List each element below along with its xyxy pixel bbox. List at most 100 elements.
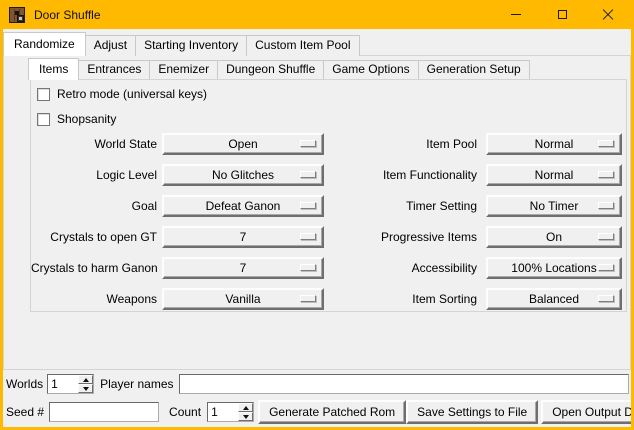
item-sorting-dropdown[interactable]: Balanced	[486, 288, 622, 310]
dropdown-indicator-icon	[300, 295, 316, 302]
option-row: World State Open Item Pool Normal	[31, 133, 626, 155]
minimize-button[interactable]	[493, 0, 539, 29]
open-output-directory-button[interactable]: Open Output Directory	[541, 400, 631, 424]
weapons-label: Weapons	[31, 292, 157, 306]
seed-label: Seed #	[6, 405, 44, 419]
crystals-harm-ganon-value: 7	[164, 259, 322, 277]
titlebar: Door Shuffle	[3, 0, 631, 29]
dropdown-indicator-icon	[300, 202, 316, 209]
window: Door Shuffle Randomize Adjust Starting I…	[0, 0, 634, 430]
worlds-input[interactable]	[48, 375, 78, 393]
tab-enemizer[interactable]: Enemizer	[149, 60, 218, 79]
tab-adjust[interactable]: Adjust	[85, 35, 136, 56]
progressive-items-dropdown[interactable]: On	[486, 226, 622, 248]
randomize-tab-panel: Items Entrances Enemizer Dungeon Shuffle…	[3, 55, 631, 370]
dropdown-indicator-icon	[598, 202, 614, 209]
dropdown-indicator-icon	[300, 264, 316, 271]
accessibility-dropdown[interactable]: 100% Locations	[486, 257, 622, 279]
items-tab-panel: Retro mode (universal keys) Shopsanity W…	[30, 79, 627, 312]
item-functionality-dropdown[interactable]: Normal	[486, 164, 622, 186]
item-sorting-label: Item Sorting	[324, 292, 477, 306]
crystals-harm-ganon-label: Crystals to harm Ganon	[31, 261, 157, 275]
logic-level-value: No Glitches	[164, 166, 322, 184]
tab-randomize[interactable]: Randomize	[3, 32, 86, 56]
dropdown-indicator-icon	[598, 171, 614, 178]
player-names-input[interactable]	[179, 374, 630, 394]
bottom-bar: Worlds Player names Seed # Count	[6, 374, 629, 424]
item-pool-dropdown[interactable]: Normal	[486, 133, 622, 155]
world-state-label: World State	[31, 137, 157, 151]
goal-dropdown[interactable]: Defeat Ganon	[162, 195, 324, 217]
count-spinbox[interactable]	[207, 402, 254, 422]
retro-mode-row: Retro mode (universal keys)	[37, 87, 626, 101]
count-spin-down-button[interactable]	[238, 412, 253, 421]
dropdown-indicator-icon	[598, 264, 614, 271]
crystals-open-gt-label: Crystals to open GT	[31, 230, 157, 244]
count-spin-up-button[interactable]	[238, 403, 253, 412]
dropdown-indicator-icon	[300, 171, 316, 178]
count-input[interactable]	[208, 403, 238, 421]
tab-generation-setup[interactable]: Generation Setup	[418, 60, 530, 79]
player-names-label: Player names	[100, 377, 173, 391]
shopsanity-label[interactable]: Shopsanity	[57, 112, 116, 126]
worlds-label: Worlds	[6, 377, 43, 391]
count-label: Count	[169, 405, 201, 419]
dropdown-indicator-icon	[598, 140, 614, 147]
dropdown-indicator-icon	[300, 140, 316, 147]
generate-patched-rom-button[interactable]: Generate Patched Rom	[258, 400, 406, 424]
shopsanity-row: Shopsanity	[37, 112, 626, 126]
dropdown-indicator-icon	[598, 295, 614, 302]
world-state-dropdown[interactable]: Open	[162, 133, 324, 155]
seed-input[interactable]	[49, 402, 159, 422]
progressive-items-label: Progressive Items	[324, 230, 477, 244]
shopsanity-checkbox[interactable]	[37, 113, 50, 126]
tab-items[interactable]: Items	[28, 58, 79, 80]
tab-dungeon-shuffle[interactable]: Dungeon Shuffle	[217, 60, 324, 79]
seed-row: Seed # Count Generate Patched Rom Save S…	[6, 400, 629, 424]
close-button[interactable]	[585, 0, 631, 29]
tab-custom-item-pool[interactable]: Custom Item Pool	[246, 35, 359, 56]
retro-mode-label[interactable]: Retro mode (universal keys)	[57, 87, 207, 101]
option-row: Logic Level No Glitches Item Functionali…	[31, 164, 626, 186]
goal-label: Goal	[31, 199, 157, 213]
dropdown-indicator-icon	[300, 233, 316, 240]
app-icon	[9, 7, 25, 23]
down-arrow-icon	[83, 387, 89, 391]
item-pool-label: Item Pool	[324, 137, 477, 151]
dropdown-indicator-icon	[598, 233, 614, 240]
option-row: Goal Defeat Ganon Timer Setting No Timer	[31, 195, 626, 217]
up-arrow-icon	[243, 406, 249, 410]
tab-entrances[interactable]: Entrances	[78, 60, 150, 79]
main-tab-bar: Randomize Adjust Starting Inventory Cust…	[3, 32, 359, 56]
logic-level-label: Logic Level	[31, 168, 157, 182]
tab-starting-inventory[interactable]: Starting Inventory	[135, 35, 247, 56]
save-settings-button[interactable]: Save Settings to File	[406, 400, 538, 424]
goal-value: Defeat Ganon	[164, 197, 322, 215]
option-row: Crystals to harm Ganon 7 Accessibility 1…	[31, 257, 626, 279]
down-arrow-icon	[243, 415, 249, 419]
worlds-spinbox[interactable]	[47, 374, 94, 394]
worlds-row: Worlds Player names	[6, 374, 629, 394]
item-functionality-label: Item Functionality	[324, 168, 477, 182]
option-row: Crystals to open GT 7 Progressive Items …	[31, 226, 626, 248]
close-icon	[602, 9, 614, 21]
weapons-dropdown[interactable]: Vanilla	[162, 288, 324, 310]
crystals-open-gt-dropdown[interactable]: 7	[162, 226, 324, 248]
timer-setting-label: Timer Setting	[324, 199, 477, 213]
worlds-spin-down-button[interactable]	[78, 384, 93, 393]
timer-setting-dropdown[interactable]: No Timer	[486, 195, 622, 217]
maximize-button[interactable]	[539, 0, 585, 29]
up-arrow-icon	[83, 378, 89, 382]
worlds-spin-up-button[interactable]	[78, 375, 93, 384]
weapons-value: Vanilla	[164, 290, 322, 308]
minimize-icon	[511, 14, 521, 15]
accessibility-label: Accessibility	[324, 261, 477, 275]
crystals-open-gt-value: 7	[164, 228, 322, 246]
world-state-value: Open	[164, 135, 322, 153]
tab-game-options[interactable]: Game Options	[323, 60, 418, 79]
crystals-harm-ganon-dropdown[interactable]: 7	[162, 257, 324, 279]
maximize-icon	[558, 10, 567, 19]
retro-mode-checkbox[interactable]	[37, 88, 50, 101]
sub-tab-bar: Items Entrances Enemizer Dungeon Shuffle…	[28, 57, 529, 79]
logic-level-dropdown[interactable]: No Glitches	[162, 164, 324, 186]
